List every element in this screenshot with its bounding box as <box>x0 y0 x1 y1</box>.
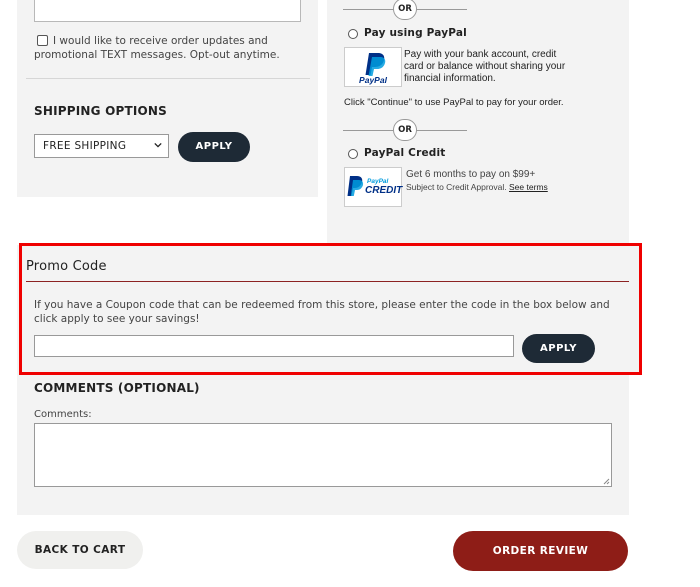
promo-apply-button[interactable]: APPLY <box>522 334 595 363</box>
comments-title: COMMENTS (OPTIONAL) <box>34 381 200 395</box>
or-badge: OR <box>393 119 417 141</box>
resize-grip-icon[interactable] <box>602 477 610 485</box>
see-terms-link[interactable]: See terms <box>509 182 548 192</box>
sms-optin-label: I would like to receive order updates an… <box>34 35 280 61</box>
paypal-credit-approval: Subject to Credit Approval. See terms <box>406 181 606 193</box>
chevron-down-icon <box>154 142 162 148</box>
or-separator: OR <box>343 119 467 143</box>
checkout-left-panel <box>17 0 318 197</box>
paypal-credit-approval-text: Subject to Credit Approval. <box>406 182 507 192</box>
section-divider <box>26 78 310 79</box>
address-field[interactable] <box>34 0 301 22</box>
promo-code-title: Promo Code <box>26 259 107 274</box>
paypal-credit-offer: Get 6 months to pay on $99+ <box>406 169 536 180</box>
or-badge: OR <box>393 0 417 20</box>
shipping-apply-button[interactable]: APPLY <box>178 132 250 162</box>
paypal-continue-note: Click "Continue" to use PayPal to pay fo… <box>344 97 564 108</box>
paypal-credit-logo-top: PayPal <box>367 178 389 185</box>
promo-description: If you have a Coupon code that can be re… <box>34 299 610 325</box>
order-review-button[interactable]: ORDER REVIEW <box>453 531 628 571</box>
promo-code-input[interactable] <box>34 335 514 357</box>
paypal-credit-logo: PayPal CREDIT <box>344 167 402 207</box>
paypal-credit-description: Get 6 months to pay on $99+ Subject to C… <box>406 169 606 193</box>
comments-label: Comments: <box>34 409 92 420</box>
shipping-options-title: SHIPPING OPTIONS <box>34 104 168 118</box>
paypal-credit-logo-bottom: CREDIT <box>365 185 403 196</box>
shipping-selected-value: FREE SHIPPING <box>43 140 127 152</box>
paypal-option-label[interactable]: Pay using PayPal <box>364 27 467 39</box>
or-separator: OR <box>343 0 467 22</box>
paypal-logo: PayPal <box>344 47 402 87</box>
paypal-radio[interactable] <box>348 29 358 39</box>
back-to-cart-button[interactable]: BACK TO CART <box>17 531 143 569</box>
paypal-description: Pay with your bank account, credit card … <box>404 49 566 84</box>
paypal-credit-radio[interactable] <box>348 149 358 159</box>
paypal-logo-text: PayPal <box>359 75 387 85</box>
promo-title-rule <box>26 281 629 282</box>
comments-textarea[interactable] <box>34 423 612 487</box>
shipping-method-select[interactable]: FREE SHIPPING <box>34 134 169 158</box>
paypal-credit-option-label[interactable]: PayPal Credit <box>364 147 446 159</box>
